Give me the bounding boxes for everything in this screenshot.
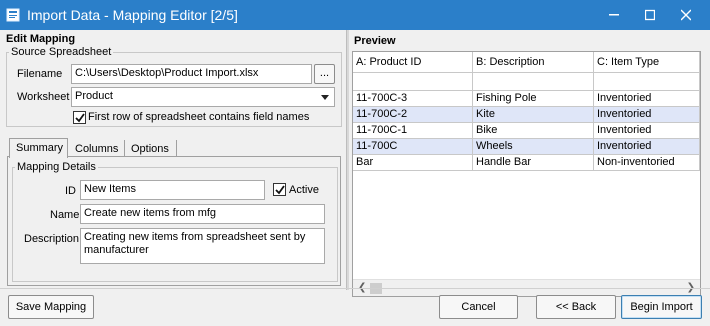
table-cell: Non-inventoried (594, 155, 700, 170)
worksheet-label: Worksheet (17, 91, 70, 103)
table-cell: Bar (353, 155, 473, 170)
table-row[interactable]: 11-700C-1 Bike Inventoried (353, 123, 700, 139)
tab-summary[interactable]: Summary (9, 138, 68, 158)
preview-grid[interactable]: A: Product ID B: Description C: Item Typ… (352, 51, 701, 297)
description-field[interactable]: Creating new items from spreadsheet sent… (80, 228, 325, 264)
cancel-button[interactable]: Cancel (439, 295, 518, 319)
footer-bar: Save Mapping Cancel << Back Begin Import (0, 288, 710, 326)
maximize-button[interactable] (632, 0, 668, 30)
table-cell (594, 73, 700, 90)
back-button[interactable]: << Back (536, 295, 616, 319)
table-cell: Inventoried (594, 139, 700, 154)
checkmark-icon (275, 185, 285, 195)
filename-label: Filename (17, 68, 63, 80)
table-cell: Wheels (473, 139, 594, 154)
first-row-field-names-label: First row of spreadsheet contains field … (88, 111, 310, 123)
description-label: Description (24, 233, 80, 245)
title-bar[interactable]: Import Data - Mapping Editor [2/5] (0, 0, 710, 30)
table-cell (473, 73, 594, 90)
table-row[interactable]: 11-700C-2 Kite Inventoried (353, 107, 700, 123)
edit-mapping-heading: Edit Mapping (6, 33, 76, 45)
source-spreadsheet-legend: Source Spreadsheet (9, 46, 114, 58)
begin-import-button[interactable]: Begin Import (621, 295, 702, 319)
table-cell: 11-700C (353, 139, 473, 154)
window-title: Import Data - Mapping Editor [2/5] (27, 7, 238, 23)
active-label: Active (289, 184, 319, 196)
table-cell: Handle Bar (473, 155, 594, 170)
table-cell: Fishing Pole (473, 91, 594, 106)
table-cell: Bike (473, 123, 594, 138)
import-app-icon (6, 8, 20, 22)
column-header[interactable]: A: Product ID (353, 52, 473, 72)
table-cell: 11-700C-1 (353, 123, 473, 138)
preview-pane: Preview A: Product ID B: Description C: … (349, 30, 707, 297)
edit-mapping-pane: Edit Mapping Source Spreadsheet Filename… (3, 30, 346, 288)
table-cell: Kite (473, 107, 594, 122)
close-button[interactable] (668, 0, 704, 30)
table-row[interactable]: 11-700C Wheels Inventoried (353, 139, 700, 155)
table-cell: Inventoried (594, 107, 700, 122)
table-cell: 11-700C-3 (353, 91, 473, 106)
minimize-icon (609, 14, 619, 16)
table-row[interactable] (353, 73, 700, 91)
close-icon (681, 9, 691, 21)
preview-heading: Preview (354, 35, 396, 47)
first-row-field-names-checkbox[interactable] (73, 111, 86, 124)
table-row[interactable]: Bar Handle Bar Non-inventoried (353, 155, 700, 171)
table-row[interactable]: 11-700C-3 Fishing Pole Inventoried (353, 91, 700, 107)
filename-field[interactable]: C:\Users\Desktop\Product Import.xlsx (71, 64, 312, 84)
name-field[interactable]: Create new items from mfg (80, 204, 325, 224)
chevron-down-icon (321, 95, 329, 100)
mapping-details-legend: Mapping Details (15, 161, 98, 173)
table-cell: Inventoried (594, 123, 700, 138)
save-mapping-button[interactable]: Save Mapping (8, 295, 94, 319)
table-cell (353, 73, 473, 90)
active-checkbox[interactable] (273, 183, 286, 196)
column-header[interactable]: B: Description (473, 52, 594, 72)
table-cell: Inventoried (594, 91, 700, 106)
checkmark-icon (75, 113, 85, 123)
browse-file-button[interactable]: ... (314, 64, 335, 84)
grid-header-row: A: Product ID B: Description C: Item Typ… (353, 52, 700, 73)
minimize-button[interactable] (596, 0, 632, 30)
worksheet-select[interactable]: Product (71, 87, 335, 107)
worksheet-value: Product (75, 90, 113, 102)
maximize-icon (645, 9, 655, 21)
id-field[interactable]: New Items (80, 180, 265, 200)
table-cell: 11-700C-2 (353, 107, 473, 122)
name-label: Name (50, 209, 80, 221)
id-label: ID (65, 185, 76, 197)
column-header[interactable]: C: Item Type (594, 52, 700, 72)
